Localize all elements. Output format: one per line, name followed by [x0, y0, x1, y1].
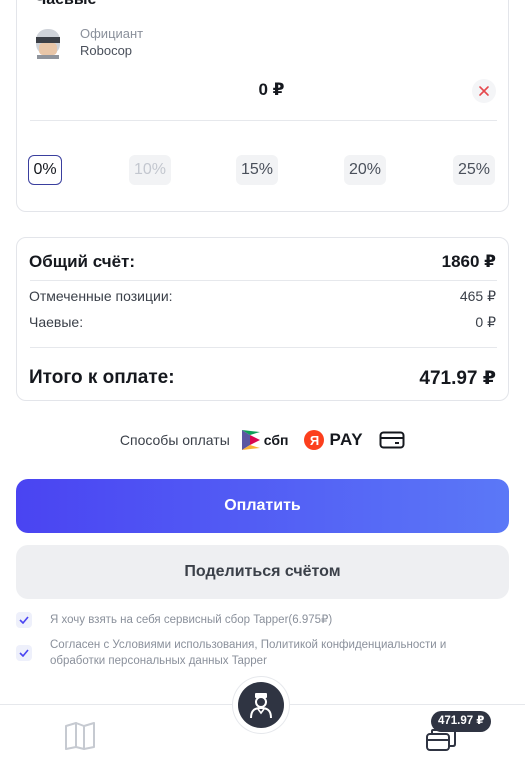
tips-value: 0 ₽ — [475, 314, 496, 330]
check-icon — [19, 616, 29, 624]
cart-total-badge: 471.97 ₽ — [431, 711, 492, 732]
sbp-label: сбп — [263, 432, 289, 448]
check-icon — [19, 649, 29, 657]
menu-book-icon[interactable] — [64, 721, 96, 756]
terms-label: Согласен с Условиями использования, Поли… — [50, 639, 447, 667]
waiter-avatar — [33, 27, 63, 59]
card-icon — [379, 431, 405, 449]
selected-items-label: Отмеченные позиции: — [29, 288, 173, 304]
payment-methods: Способы оплаты сбп Я PAY — [0, 428, 525, 452]
yandex-logo: Я — [304, 430, 325, 450]
sbp-icon: сбп — [240, 428, 289, 452]
grand-total-label: Итого к оплате: — [29, 367, 175, 388]
tips-row: Чаевые: 0 ₽ — [29, 314, 496, 331]
pay-button[interactable]: Оплатить — [16, 479, 509, 533]
tip-amount[interactable]: 0 ₽ — [0, 80, 525, 100]
selected-items-value: 465 ₽ — [459, 288, 496, 304]
terms-checkbox[interactable] — [16, 645, 32, 661]
tips-title: Чаевые — [35, 0, 96, 9]
share-bill-button[interactable]: Поделиться счётом — [16, 545, 509, 599]
tip-option-20[interactable]: 20% — [344, 155, 386, 185]
yandex-pay-label: PAY — [329, 430, 364, 449]
tip-option-10[interactable]: 10% — [129, 155, 171, 185]
bill-total-row: Общий счёт: 1860 ₽ — [29, 252, 496, 272]
tip-option-25[interactable]: 25% — [453, 155, 495, 185]
service-fee-consent[interactable]: Я хочу взять на себя сервисный сбор Tapp… — [16, 612, 480, 628]
waiter-icon — [238, 682, 284, 728]
cart-icon[interactable] — [425, 728, 457, 757]
yandex-pay-icon: Я PAY — [304, 430, 363, 450]
bill-total-value: 1860 ₽ — [441, 252, 496, 271]
service-fee-checkbox[interactable] — [16, 612, 32, 628]
tips-label: Чаевые: — [29, 314, 84, 330]
close-icon — [479, 86, 489, 96]
terms-consent[interactable]: Согласен с Условиями использования, Поли… — [16, 637, 480, 669]
tips-divider — [30, 120, 497, 121]
call-waiter-button[interactable] — [233, 677, 289, 733]
bill-divider-top — [30, 280, 497, 281]
tip-option-15[interactable]: 15% — [236, 155, 278, 185]
bill-divider-bottom — [30, 347, 497, 348]
grand-total-row: Итого к оплате: 471.97 ₽ — [29, 367, 496, 390]
clear-tip-button[interactable] — [472, 79, 496, 103]
waiter-name: Robocop — [80, 43, 133, 58]
tip-option-0[interactable]: 0% — [28, 155, 62, 185]
waiter-role: Официант — [80, 26, 144, 41]
grand-total-value: 471.97 ₽ — [419, 368, 496, 389]
selected-items-row: Отмеченные позиции: 465 ₽ — [29, 288, 496, 305]
service-fee-label: Я хочу взять на себя сервисный сбор Tapp… — [50, 614, 333, 626]
payment-methods-label: Способы оплаты — [119, 432, 230, 448]
bill-total-label: Общий счёт: — [29, 252, 136, 271]
